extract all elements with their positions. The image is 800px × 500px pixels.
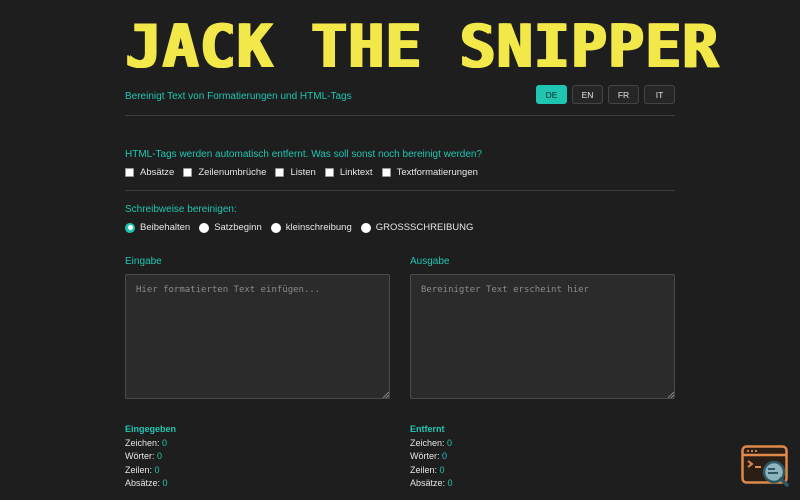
option-textformatierungen[interactable]: Textformatierungen — [381, 167, 478, 178]
option-label: Zeilenumbrüche — [198, 167, 267, 178]
logo-title: JACK THE SNIPPER — [125, 12, 719, 82]
case-options: Beibehalten Satzbeginn kleinschreibung G… — [125, 222, 482, 233]
cleanup-question: HTML-Tags werden automatisch entfernt. W… — [125, 149, 483, 160]
divider — [125, 190, 675, 191]
code-search-icon[interactable] — [741, 445, 790, 487]
stat-row: Wörter: 0 — [125, 451, 163, 461]
option-linktext[interactable]: Linktext — [324, 167, 373, 178]
removed-stats: Entfernt Zeichen: 0 Wörter: 0 Zeilen: 0 … — [410, 423, 453, 491]
checkbox[interactable] — [381, 168, 391, 177]
divider — [125, 115, 675, 116]
stat-row: Zeichen: 0 — [410, 437, 453, 448]
subtitle: Bereinigt Text von Formatierungen und HT… — [125, 91, 352, 102]
cleanup-options: Absätze Zeilenumbrüche Listen Linktext T… — [125, 167, 487, 178]
language-switcher: DE EN FR IT — [536, 85, 675, 104]
case-option-beibehalten[interactable]: Beibehalten — [125, 222, 190, 233]
case-option-satzbeginn[interactable]: Satzbeginn — [199, 222, 262, 233]
radio-button[interactable] — [199, 222, 210, 233]
input-label: Eingabe — [125, 256, 162, 267]
radio-button[interactable] — [270, 222, 281, 233]
option-label: Beibehalten — [140, 222, 191, 233]
lang-button-en[interactable]: EN — [572, 85, 603, 104]
lang-button-fr[interactable]: FR — [608, 85, 639, 104]
checkbox[interactable] — [125, 168, 134, 177]
stats-title: Entfernt — [410, 424, 445, 434]
option-label: Linktext — [339, 167, 373, 178]
option-listen[interactable]: Listen — [275, 167, 316, 178]
option-absaetze[interactable]: Absätze — [125, 167, 174, 178]
radio-button[interactable] — [360, 222, 371, 233]
input-textarea[interactable] — [125, 274, 390, 399]
option-zeilenumbrueche[interactable]: Zeilenumbrüche — [183, 167, 266, 178]
checkbox[interactable] — [183, 168, 193, 177]
checkbox[interactable] — [275, 168, 285, 177]
stat-row: Absätze: 0 — [125, 478, 168, 488]
option-label: Absätze — [140, 167, 175, 178]
stat-row: Absätze: 0 — [410, 478, 453, 488]
checkbox[interactable] — [324, 168, 334, 177]
option-label: Textformatierungen — [396, 167, 478, 178]
output-textarea[interactable] — [410, 274, 675, 399]
stat-row: Zeilen: 0 — [125, 464, 160, 475]
stat-row: Zeilen: 0 — [410, 464, 445, 475]
input-stats: Eingegeben Zeichen: 0 Wörter: 0 Zeilen: … — [125, 423, 176, 491]
option-label: GROSSSCHREIBUNG — [375, 222, 474, 233]
output-label: Ausgabe — [410, 256, 450, 267]
option-label: Listen — [290, 167, 316, 178]
case-option-grossschreibung[interactable]: GROSSSCHREIBUNG — [360, 222, 474, 233]
option-label: kleinschreibung — [285, 222, 352, 233]
stat-row: Wörter: 0 — [410, 451, 448, 461]
resize-grip-icon[interactable] — [667, 391, 674, 398]
lang-button-de[interactable]: DE — [536, 85, 567, 104]
resize-grip-icon[interactable] — [382, 391, 389, 398]
stat-row: Zeichen: 0 — [125, 437, 168, 448]
case-label: Schreibweise bereinigen: — [125, 204, 237, 215]
option-label: Satzbeginn — [214, 222, 262, 233]
stats-title: Eingegeben — [125, 424, 177, 434]
case-option-kleinschreibung[interactable]: kleinschreibung — [270, 222, 352, 233]
radio-button[interactable] — [125, 222, 135, 233]
lang-button-it[interactable]: IT — [644, 85, 675, 104]
